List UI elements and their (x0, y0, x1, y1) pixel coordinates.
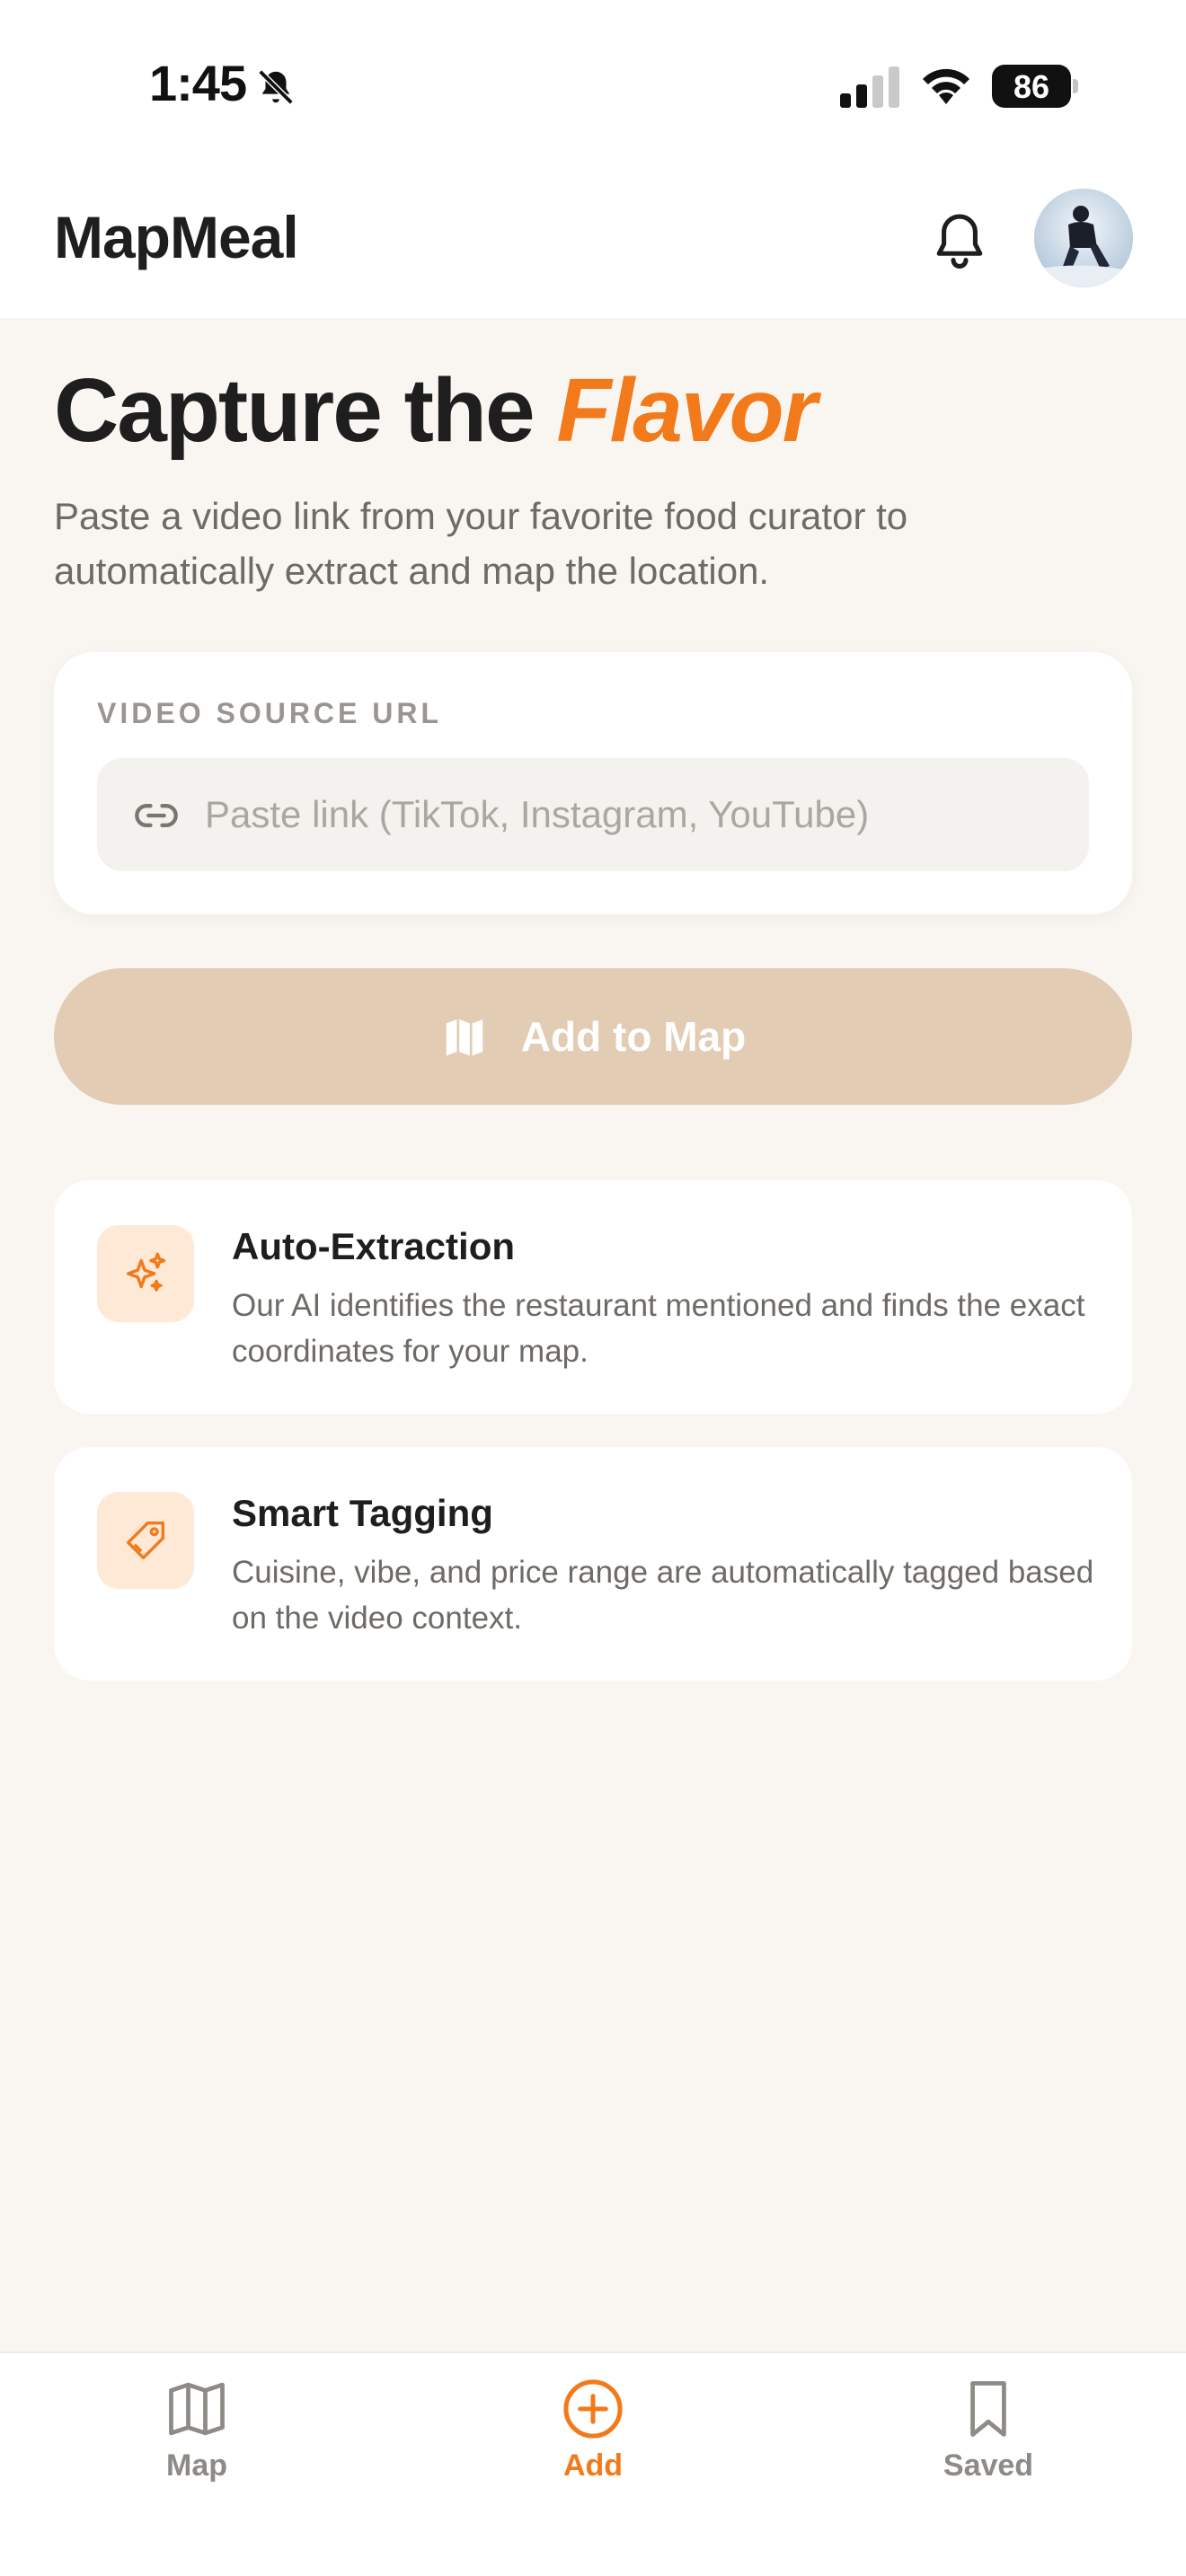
video-url-label: VIDEO SOURCE URL (97, 697, 443, 729)
map-icon (169, 2382, 225, 2436)
wifi-icon (923, 68, 969, 104)
feature-card-smart-tagging: Smart Tagging Cuisine, vibe, and price r… (54, 1447, 1132, 1681)
app-title: MapMeal (54, 204, 299, 270)
cellular-signal-icon (840, 66, 899, 108)
plus-circle-icon (563, 2379, 623, 2439)
video-url-input[interactable] (205, 758, 1067, 871)
add-to-map-button[interactable]: Add to Map (54, 968, 1132, 1105)
map-icon (446, 1019, 483, 1056)
battery-icon: 86 (992, 65, 1078, 108)
tab-map[interactable]: Map (107, 2375, 287, 2501)
bottom-tab-bar: Map Add Saved (0, 2351, 1186, 2576)
sparkles-icon (126, 1252, 166, 1292)
hero-title: Capture the Flavor (54, 359, 818, 463)
avatar[interactable] (1034, 189, 1133, 287)
bookmark-icon (970, 2381, 1006, 2437)
feature-description: Our AI identifies the restaurant mention… (232, 1288, 1085, 1369)
add-to-map-label: Add to Map (520, 1013, 747, 1060)
app-header: MapMeal (0, 171, 1186, 318)
video-url-field[interactable] (97, 758, 1089, 871)
tab-add[interactable]: Add (503, 2375, 683, 2501)
link-icon (135, 804, 178, 827)
battery-level: 86 (1013, 68, 1050, 105)
tag-icon (126, 1521, 165, 1560)
video-url-card: VIDEO SOURCE URL (54, 652, 1132, 914)
hero-subtitle: Paste a video link from your favorite fo… (54, 495, 908, 592)
avatar-photo (1034, 189, 1133, 287)
hero-title-prefix: Capture the (54, 360, 557, 461)
feature-card-auto-extraction: Auto-Extraction Our AI identifies the re… (54, 1180, 1132, 1414)
tab-saved[interactable]: Saved (898, 2375, 1078, 2501)
status-time: 1:45 (149, 55, 247, 111)
status-bar: 1:45 86 (0, 0, 1186, 171)
feature-title: Smart Tagging (232, 1492, 493, 1534)
feature-description: Cuisine, vibe, and price range are autom… (232, 1555, 1094, 1636)
screen: 1:45 86 MapMeal Capture the Flavor Paste… (0, 0, 1186, 2576)
tab-label: Saved (943, 2448, 1034, 2483)
feature-icon-tile (97, 1492, 194, 1589)
tab-label: Add (562, 2448, 624, 2483)
feature-title: Auto-Extraction (232, 1225, 515, 1267)
bell-slash-icon (258, 69, 294, 105)
hero-title-accent: Flavor (556, 360, 817, 461)
tab-label: Map (166, 2448, 227, 2483)
feature-icon-tile (97, 1225, 194, 1322)
bell-icon[interactable] (925, 207, 994, 275)
